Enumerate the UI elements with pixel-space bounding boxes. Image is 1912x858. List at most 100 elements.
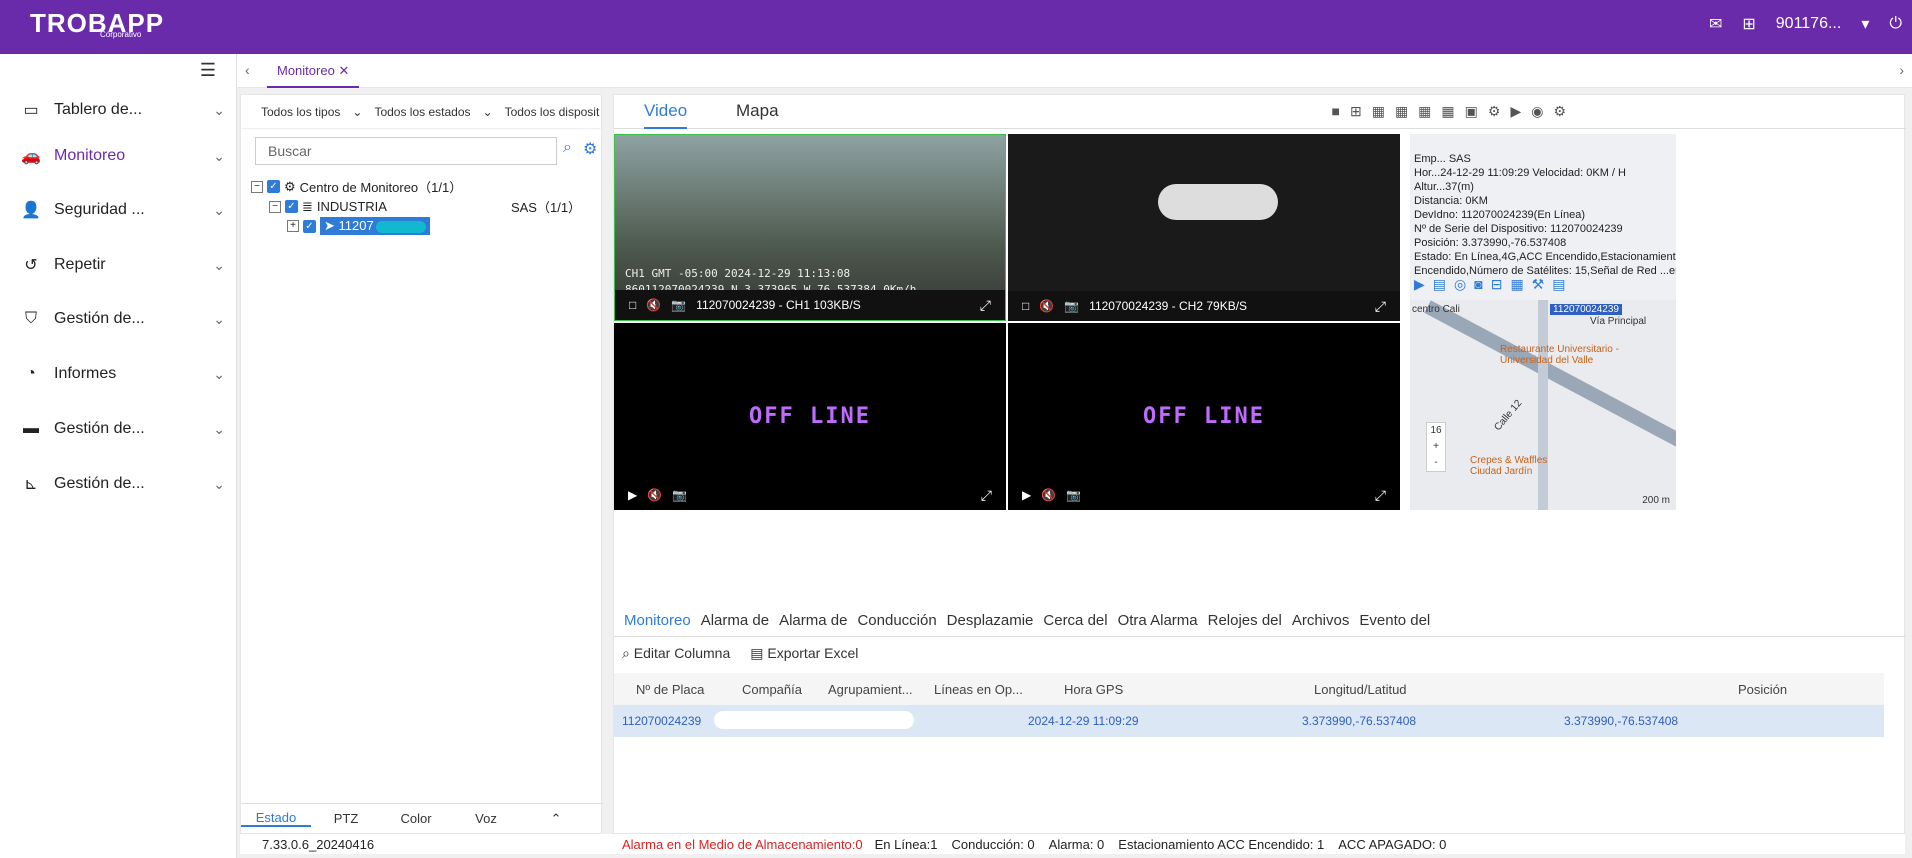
mute-icon[interactable]: 🔇: [646, 298, 661, 312]
fullscreen-icon[interactable]: ⤢: [981, 487, 992, 504]
tab-monitoreo[interactable]: Monitoreo: [624, 612, 691, 629]
collapse-icon[interactable]: −: [251, 180, 263, 193]
mute-icon[interactable]: 🔇: [1039, 299, 1054, 313]
chevron-down-icon[interactable]: ▾: [1861, 14, 1869, 34]
col-posicion[interactable]: Posición: [1738, 682, 1787, 697]
video-cell-1[interactable]: CH1 GMT -05:00 2024-12-29 11:13:08 86011…: [614, 134, 1006, 321]
sitemap-icon[interactable]: ⊞: [1742, 14, 1755, 34]
layout-16-icon[interactable]: ▦: [1441, 103, 1454, 120]
tree-group[interactable]: − ✓ ≣ INDUSTRIA SAS（1/1）: [269, 197, 581, 216]
layout-8-icon[interactable]: ▦: [1395, 103, 1408, 120]
tab-desplazamiento[interactable]: Desplazamie: [947, 612, 1034, 629]
checkbox-icon[interactable]: ✓: [303, 219, 316, 233]
filter-types[interactable]: Todos los tipos: [261, 105, 340, 119]
zoom-in-button[interactable]: +: [1427, 439, 1445, 455]
filter-states[interactable]: Todos los estados: [374, 105, 470, 119]
tab-archivos[interactable]: Archivos: [1292, 612, 1350, 629]
sidebar-item-gestion-2[interactable]: ▬ Gestión de... ⌄: [0, 409, 237, 449]
tab-otra-alarma[interactable]: Otra Alarma: [1118, 612, 1198, 629]
fullscreen-icon[interactable]: ⤢: [1375, 487, 1386, 504]
gear-icon[interactable]: ⚙: [583, 139, 597, 159]
tab-monitoreo[interactable]: Monitoreo ✕: [267, 54, 360, 88]
sidebar-item-seguridad[interactable]: 👤 Seguridad ... ⌄: [0, 190, 237, 230]
sidebar-item-gestion-3[interactable]: ⊾ Gestión de... ⌄: [0, 464, 237, 504]
settings-icon[interactable]: ⚙: [1488, 103, 1501, 120]
video-cell-4[interactable]: OFF LINE ▶ 🔇 📷 ⤢: [1008, 323, 1400, 510]
zoom-out-button[interactable]: -: [1427, 455, 1445, 471]
col-lnglat[interactable]: Longitud/Latitud: [1314, 682, 1407, 697]
apps-icon[interactable]: ▦: [1510, 276, 1523, 293]
map-canvas[interactable]: centro Cali Vía Principal Restaurante Un…: [1410, 300, 1676, 510]
sidebar-item-repetir[interactable]: ↺ Repetir ⌄: [0, 245, 237, 285]
play-icon[interactable]: ▶: [1022, 488, 1031, 502]
video-cell-3[interactable]: OFF LINE ▶ 🔇 📷 ⤢: [614, 323, 1006, 510]
close-icon[interactable]: ✕: [338, 63, 349, 78]
checkbox-icon[interactable]: ✓: [267, 180, 280, 193]
tab-color[interactable]: Color: [381, 811, 451, 826]
fullscreen-icon[interactable]: ⤢: [1375, 298, 1386, 315]
camera-icon[interactable]: 📷: [1066, 488, 1081, 502]
stop-icon[interactable]: □: [1022, 299, 1029, 313]
camera-icon[interactable]: ◙: [1474, 276, 1482, 293]
chevron-right-icon[interactable]: ›: [1899, 62, 1904, 78]
play-icon[interactable]: ▶: [1510, 103, 1521, 120]
sidebar-item-tablero[interactable]: ▭ Tablero de... ⌄: [0, 90, 237, 130]
checkbox-icon[interactable]: ✓: [285, 200, 298, 213]
layout-9-icon[interactable]: ▦: [1418, 103, 1431, 120]
fullscreen-icon[interactable]: ⤢: [980, 297, 991, 314]
doc-icon[interactable]: ▤: [1552, 276, 1565, 293]
user-name[interactable]: 901176...: [1776, 15, 1842, 33]
tab-conduccion[interactable]: Conducción: [857, 612, 936, 629]
tree-root[interactable]: − ✓ ⚙ Centro de Monitoreo（1/1）: [251, 177, 462, 196]
sidebar-item-informes[interactable]: ◔ Informes ⌄: [0, 354, 237, 394]
gear-icon[interactable]: ⚙: [1553, 103, 1566, 120]
tab-alarma-2[interactable]: Alarma de: [779, 612, 847, 629]
camera-icon[interactable]: 📷: [672, 488, 687, 502]
tree-device[interactable]: + ✓ ➤ 11207: [287, 217, 430, 235]
vehicle-marker[interactable]: 112070024239: [1550, 304, 1622, 315]
power-icon[interactable]: ⏻: [1889, 15, 1902, 33]
image-icon[interactable]: ▣: [1465, 103, 1478, 120]
collapse-icon[interactable]: −: [269, 200, 281, 213]
layout-6-icon[interactable]: ▦: [1372, 103, 1385, 120]
tab-video[interactable]: Video: [644, 101, 688, 129]
stop-icon[interactable]: □: [629, 298, 636, 312]
col-placa[interactable]: Nº de Placa: [636, 682, 704, 697]
tab-voz[interactable]: Voz: [451, 811, 521, 826]
col-agrupamiento[interactable]: Agrupamient...: [828, 682, 913, 697]
device-label[interactable]: ➤ 11207: [320, 217, 430, 235]
edit-column-button[interactable]: ⌕ Editar Columna: [622, 645, 730, 662]
camera-icon[interactable]: 📷: [1064, 299, 1079, 313]
chevron-left-icon[interactable]: ‹: [245, 62, 250, 78]
layout-4-icon[interactable]: ⊞: [1350, 103, 1362, 120]
sidebar-item-gestion-1[interactable]: ⛉ Gestión de... ⌄: [0, 299, 237, 339]
map-view[interactable]: Emp... SAS Hor...24-12-29 11:09:29 Veloc…: [1410, 134, 1676, 510]
col-hora[interactable]: Hora GPS: [1064, 682, 1123, 697]
sidebar-item-monitoreo[interactable]: 🚗 Monitoreo ⌄: [0, 136, 237, 176]
filter-devices[interactable]: Todos los disposit: [505, 105, 600, 119]
search-icon[interactable]: ⌕: [563, 139, 572, 157]
layout-1-icon[interactable]: ■: [1332, 103, 1340, 120]
col-lineas[interactable]: Líneas en Op...: [934, 682, 1023, 697]
tab-cerca[interactable]: Cerca del: [1043, 612, 1107, 629]
mute-icon[interactable]: 🔇: [1041, 488, 1056, 502]
headset-icon[interactable]: ◎: [1454, 276, 1466, 293]
play-icon[interactable]: ▶: [628, 488, 637, 502]
menu-toggle-icon[interactable]: ☰: [200, 60, 216, 81]
tab-relojes[interactable]: Relojes del: [1208, 612, 1282, 629]
tab-estado[interactable]: Estado: [241, 810, 311, 827]
video-cell-2[interactable]: □ 🔇 📷 112070024239 - CH2 79KB/S ⤢: [1008, 134, 1400, 321]
tab-alarma-1[interactable]: Alarma de: [701, 612, 769, 629]
table-row[interactable]: 112070024239 2024-12-29 11:09:29 3.37399…: [614, 705, 1884, 737]
tab-evento[interactable]: Evento del: [1359, 612, 1430, 629]
col-compania[interactable]: Compañía: [742, 682, 802, 697]
play-icon[interactable]: ▶: [1414, 276, 1425, 293]
tab-ptz[interactable]: PTZ: [311, 811, 381, 826]
search-input[interactable]: Buscar: [255, 137, 557, 165]
export-excel-button[interactable]: ▤ Exportar Excel: [750, 645, 858, 662]
camera-icon[interactable]: 📷: [671, 298, 686, 312]
route-icon[interactable]: ⊟: [1491, 276, 1503, 293]
expand-icon[interactable]: +: [287, 220, 299, 232]
collapse-up-icon[interactable]: ⌃: [521, 811, 591, 827]
record-icon[interactable]: ◉: [1531, 103, 1543, 120]
